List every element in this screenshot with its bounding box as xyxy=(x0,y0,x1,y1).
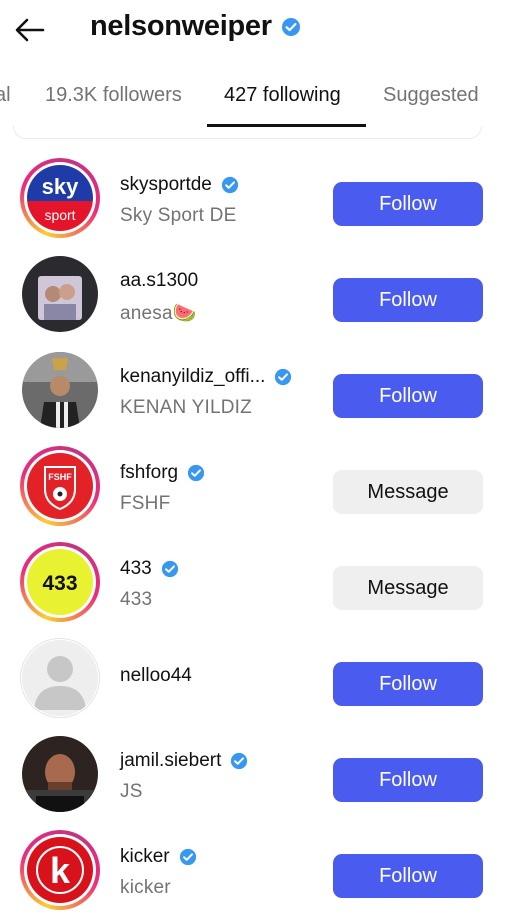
avatar[interactable]: sky sport xyxy=(20,158,100,238)
avatar[interactable]: FSHF xyxy=(20,446,100,526)
full-name: kicker xyxy=(120,877,171,898)
fshf-logo-text: FSHF xyxy=(48,472,72,482)
username[interactable]: kenanyildiz_offi... xyxy=(120,366,265,388)
fshf-logo: FSHF xyxy=(27,453,93,519)
list-item[interactable]: sky sport skysportde Sky Sport DE Follow xyxy=(0,138,530,238)
verified-badge-icon xyxy=(187,464,205,482)
follow-button[interactable]: Follow xyxy=(333,374,483,418)
avatar[interactable] xyxy=(20,734,100,814)
sky-logo-text: sky xyxy=(42,174,79,199)
username[interactable]: jamil.siebert xyxy=(120,750,221,772)
433-logo: 433 xyxy=(27,549,93,615)
tab-followers[interactable]: 19.3K followers xyxy=(45,84,182,107)
username[interactable]: fshforg xyxy=(120,462,178,484)
full-name: Sky Sport DE xyxy=(120,205,237,226)
profile-photo xyxy=(22,256,98,332)
verified-badge-icon xyxy=(230,752,248,770)
avatar[interactable]: k xyxy=(20,830,100,910)
avatar[interactable] xyxy=(20,254,100,334)
default-avatar-icon xyxy=(22,640,98,716)
kicker-logo: k xyxy=(27,837,93,903)
username[interactable]: skysportde xyxy=(120,174,212,196)
full-name: 433 xyxy=(120,589,153,610)
list-item[interactable]: kenanyildiz_offi... KENAN YILDIZ Follow xyxy=(0,330,530,428)
follow-button[interactable]: Follow xyxy=(333,278,483,322)
tab-bar: al 19.3K followers 427 following Suggest… xyxy=(0,68,530,130)
verified-badge-icon xyxy=(179,848,197,866)
full-name: JS xyxy=(120,781,143,802)
list-item[interactable]: jamil.siebert JS Follow xyxy=(0,714,530,812)
tab-mutual[interactable]: al xyxy=(0,84,11,107)
sky-sport-logo: sky sport xyxy=(27,165,93,231)
avatar[interactable] xyxy=(20,638,100,718)
433-logo-text: 433 xyxy=(42,572,77,595)
avatar[interactable]: 433 xyxy=(20,542,100,622)
profile-photo xyxy=(22,736,98,812)
profile-photo xyxy=(22,352,98,428)
username[interactable]: nelloo44 xyxy=(120,665,192,687)
full-name: FSHF xyxy=(120,493,171,514)
full-name: KENAN YILDIZ xyxy=(120,397,252,418)
avatar[interactable] xyxy=(20,350,100,430)
message-button[interactable]: Message xyxy=(333,470,483,514)
follow-button[interactable]: Follow xyxy=(333,854,483,898)
verified-badge-icon xyxy=(221,176,239,194)
list-item[interactable]: nelloo44 Follow xyxy=(0,618,530,718)
list-item[interactable]: FSHF fshforg FSHF Message xyxy=(0,426,530,526)
tab-following[interactable]: 427 following xyxy=(224,84,341,107)
message-button[interactable]: Message xyxy=(333,566,483,610)
username[interactable]: kicker xyxy=(120,846,170,868)
kicker-logo-text: k xyxy=(50,850,71,891)
back-arrow-icon[interactable] xyxy=(12,12,48,48)
follow-button[interactable]: Follow xyxy=(333,182,483,226)
follow-button[interactable]: Follow xyxy=(333,758,483,802)
list-item[interactable]: aa.s1300 anesa🍉 Follow xyxy=(0,234,530,332)
verified-badge-icon xyxy=(281,17,301,37)
username[interactable]: aa.s1300 xyxy=(120,270,198,292)
follow-button[interactable]: Follow xyxy=(333,662,483,706)
list-item[interactable]: 433 433 433 Message xyxy=(0,522,530,622)
top-bar: nelsonweiper xyxy=(0,0,530,60)
list-item[interactable]: k kicker kicker Follow xyxy=(0,810,530,910)
verified-badge-icon xyxy=(161,560,179,578)
verified-badge-icon xyxy=(274,368,292,386)
full-name: anesa🍉 xyxy=(120,303,197,324)
profile-title: nelsonweiper xyxy=(90,10,301,43)
sport-logo-text: sport xyxy=(44,207,75,223)
page-title: nelsonweiper xyxy=(90,10,272,42)
tab-suggested[interactable]: Suggested xyxy=(383,84,479,107)
username[interactable]: 433 xyxy=(120,558,152,580)
